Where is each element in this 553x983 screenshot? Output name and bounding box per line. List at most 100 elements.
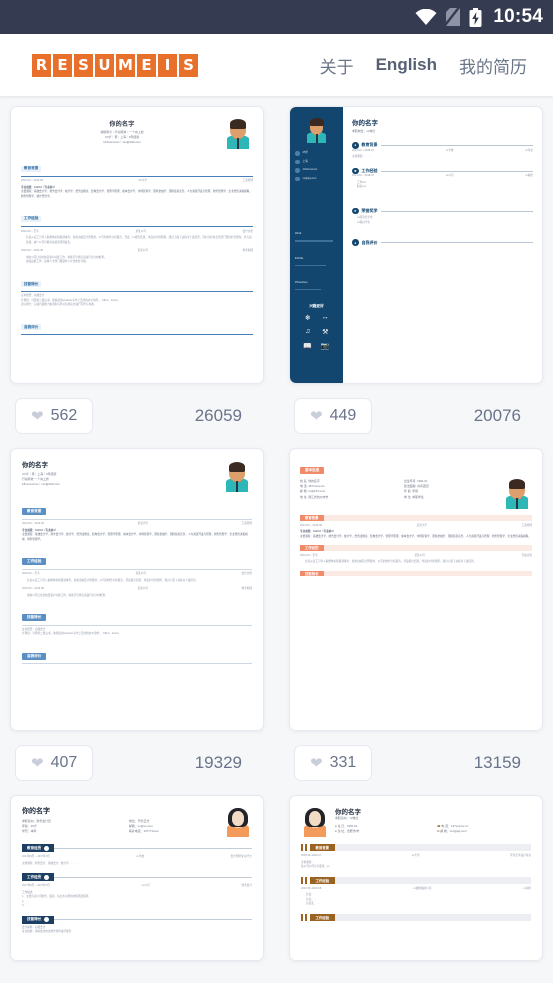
nav-about[interactable]: 关于 xyxy=(320,53,354,78)
resume-section: 工作经验 xyxy=(301,876,531,884)
row-org: 某某公司 xyxy=(135,229,146,233)
contact-item: 上海 xyxy=(295,160,338,165)
like-button[interactable]: ❤ 407 xyxy=(15,745,94,781)
template-card-4[interactable]: 基本信息 姓 名: 你的名字 出生年月: 1991.01 电 话: 187xxx… xyxy=(289,448,543,731)
avatar xyxy=(222,459,252,492)
like-button[interactable]: ❤ 449 xyxy=(294,398,373,434)
resume-section: 技能特长 证书经历：初级会计 计算机：计算机二级证书，熟练使用windows平台… xyxy=(22,605,252,636)
resume-section: 技能特长 xyxy=(22,915,252,924)
like-button[interactable]: ❤ 331 xyxy=(294,745,373,781)
nav-my-resume[interactable]: 我的简历 xyxy=(459,53,527,78)
hobby-icons: ❄ ↔ ♫ ⚒ 📖 📷 xyxy=(295,314,338,350)
resume-preview-6: 你的名字 求职意向：xx岗位 ● 生 日：1991.01 ☎ 电 话：137xx… xyxy=(290,796,542,960)
nav-english[interactable]: English xyxy=(376,55,437,75)
view-count: 19329 xyxy=(194,753,242,772)
resume-section: 工作经历 2016-09 ~ 至今 某某公司 行政主管 负责从员工引导入职整体扣… xyxy=(300,545,532,565)
resume-main: 你的名字 求职岗位：xx岗位 ● 教育背景 2014-09 ~ 2018-07 … xyxy=(343,107,542,383)
row-role: 行政主管 xyxy=(521,553,532,557)
section-title: 自我评价 xyxy=(361,239,378,245)
row-org: xx学校 xyxy=(136,855,145,858)
row-org: 某某公司 xyxy=(135,572,146,576)
row-date: 2012-09 ~ 2016-06 xyxy=(22,522,44,526)
section-bullet: 负责从员工引导入职整体扣除报销事务，各类出纳及计算费用，公司的财务分析报告，月度… xyxy=(27,578,199,582)
no-sim-icon xyxy=(446,8,461,26)
row-role: 财务助理 xyxy=(242,249,253,253)
row-date: 2016-09 ~ 至今 xyxy=(21,229,39,233)
section-title: 教育背景 xyxy=(21,165,42,172)
resume-sidebar: 25岁 上海 131xxxxxxxx xx@qq.com Word EXCEL … xyxy=(290,107,343,383)
section-para: 主要课程：基础会计学、财务会计学、统计学、经济法概论、结构会计学、管理学原理、成… xyxy=(21,190,252,198)
resume-section: 自我评价 xyxy=(22,644,252,664)
info-item: 地 址: 浙江省杭州市市 xyxy=(300,494,329,499)
resumeis-logo[interactable]: RESUMEIS xyxy=(32,53,198,77)
resume-section: 技能特长 证书经历：初级会计 计算机：计算机二级证书，熟练使用windows平台… xyxy=(21,272,253,308)
resume-section: 工作经验 2016-09 ~ 至今 某某公司 会计主管 负责从员工引导入职整体扣… xyxy=(21,206,253,264)
snowflake-icon: ❄ xyxy=(304,315,311,323)
status-bar-clock: 10:54 xyxy=(493,6,543,27)
resume-section: 教育经历 xyxy=(22,844,252,852)
dumbbell-icon: ↔ xyxy=(321,314,329,322)
row-org: xx大学 xyxy=(411,854,420,857)
row-org: 某某公司 xyxy=(137,587,148,591)
section-bullet: xx级好学生 xyxy=(357,220,370,224)
avatar xyxy=(224,806,252,837)
contact-item: 25岁 xyxy=(295,151,338,156)
logo-letter-e-5: E xyxy=(137,53,156,77)
section-para: 语言能力：英语六级能力和流利与外可持用英文进行写作与沟通。 xyxy=(21,303,97,307)
heart-icon: ❤ xyxy=(310,754,323,772)
battery-charging-icon xyxy=(469,7,482,27)
info-item: 岗 位: 求职学生 xyxy=(404,494,424,499)
section-bullet: 协助公司日常出纳及客户对账工作，协助引导供应商进行对分向检测。 xyxy=(27,593,108,597)
resume-section: 技能特长 xyxy=(300,570,532,577)
row-role: 会计管理专业/学士 xyxy=(230,855,252,858)
resume-name: 你的名字 xyxy=(22,808,50,815)
row-role: 财务会计 xyxy=(241,884,252,888)
section-title: 技能特长 xyxy=(27,917,42,922)
like-count: 562 xyxy=(50,407,78,424)
section-title: 工作经验 xyxy=(22,558,47,566)
section-title: 教育经历 xyxy=(27,845,42,850)
template-card-2[interactable]: 25岁 上海 131xxxxxxxx xx@qq.com Word EXCEL … xyxy=(289,106,543,384)
view-count: 13159 xyxy=(473,753,521,772)
row-date: 2014-09 ~ 2018-07 xyxy=(352,174,374,178)
contact-item: 131xxxxxxxx xyxy=(295,168,338,173)
template-card-1[interactable]: 你的名字 诚耿努力｜行动有效｜一个向上的 XX岁｜男｜上海｜6年经验 131xx… xyxy=(10,106,264,384)
row-role: 会计主管 xyxy=(241,572,252,576)
heart-icon: ❤ xyxy=(310,407,323,425)
logo-letter-s-7: S xyxy=(179,53,198,77)
resume-section: 教育背景 2012-09 ~ 2016-06 某某大学 工商管理 专业成绩：3.… xyxy=(22,499,252,542)
main-nav: 关于 English 我的简历 xyxy=(320,53,527,78)
card-stats-4: ❤ 331 13159 xyxy=(289,731,543,795)
logo-letter-s-2: S xyxy=(74,53,93,77)
like-button[interactable]: ❤ 562 xyxy=(15,398,94,434)
template-cell-2: 25岁 上海 131xxxxxxxx xx@qq.com Word EXCEL … xyxy=(289,106,543,448)
section-title: 技能特长 xyxy=(22,614,47,622)
resume-line3: 131xxxxxxxx｜xxx@163.com xyxy=(103,140,141,145)
like-count: 449 xyxy=(329,407,357,424)
info-item: ● 住 址：合肥市/市 xyxy=(335,829,360,834)
section-para: 主要课程：基础会计学、财务会计学、统计学、经济法概论、结构会计学、管理学原理、成… xyxy=(300,534,531,538)
cap-icon xyxy=(44,845,50,851)
bicycle-icon: ⚒ xyxy=(322,329,329,337)
location-icon: ● xyxy=(335,829,337,834)
template-card-3[interactable]: 你的名字 XX岁｜男｜上海｜6年经验 行动有效 一个向上的 18×xxxxxxx… xyxy=(10,448,264,731)
template-card-6[interactable]: 你的名字 求职意向：xx岗位 ● 生 日：1991.01 ☎ 电 话：137xx… xyxy=(289,795,543,961)
view-count: 20076 xyxy=(473,406,521,425)
row-date: 2016-09 ~ 至今 xyxy=(300,553,318,557)
section-title: 基本信息 xyxy=(300,467,325,474)
template-cell-5: 你的名字 求职意向：财务会计员 岗位：节约正式 年龄：25岁 邮箱：xx@xx.… xyxy=(10,795,264,961)
resume-preview-1: 你的名字 诚耿努力｜行动有效｜一个向上的 XX岁｜男｜上海｜6年经验 131xx… xyxy=(11,107,263,383)
avatar xyxy=(301,806,329,837)
template-card-5[interactable]: 你的名字 求职意向：财务会计员 岗位：节约正式 年龄：25岁 邮箱：xx@xx.… xyxy=(10,795,264,961)
row-org: 某某公司 xyxy=(414,553,425,557)
logo-letter-m-4: M xyxy=(116,53,135,77)
row-role: xx岗位 xyxy=(523,886,531,890)
music-note-icon: ♫ xyxy=(305,328,311,336)
resume-section: 工作经历 xyxy=(22,873,252,882)
row-role: 工商管理 xyxy=(521,523,532,527)
info-item: 学历：本科 xyxy=(22,829,37,834)
row-date: 2015-09 ~ 2016-08 xyxy=(21,249,43,253)
like-count: 331 xyxy=(329,754,357,771)
section-para: 主要课程：基础会计学、财务会计学、统计学、经济法概论、结构会计学、管理学原理、成… xyxy=(22,533,248,541)
row-date: 2005.09~2009.07 xyxy=(301,854,322,857)
